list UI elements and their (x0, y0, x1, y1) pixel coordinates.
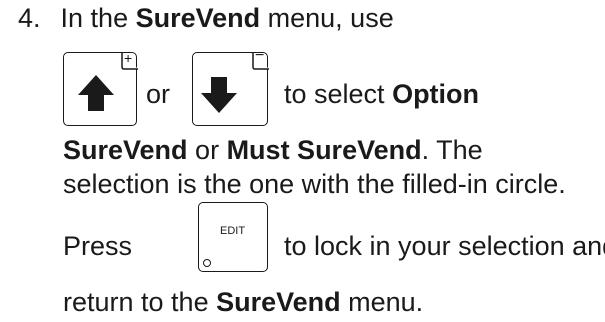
step-line-5: to lock in your selection and (284, 230, 605, 262)
menu-name: SureVend (135, 3, 261, 33)
step-text: . The (421, 135, 483, 165)
step-text: selection is the one with the filled-in … (63, 169, 566, 199)
down-arrow-key[interactable]: − (192, 47, 269, 126)
step-line-4: selection is the one with the filled-in … (63, 168, 566, 200)
up-arrow-key[interactable]: + (63, 50, 138, 126)
option-surevend: SureVend (63, 135, 188, 165)
step-line-1: 4. In the SureVend menu, use (18, 2, 394, 34)
step-line-2: to select Option (284, 78, 479, 110)
circle-indicator-icon (203, 259, 211, 267)
step-text: menu, use (260, 3, 394, 33)
option-must-surevend: Must SureVend (226, 135, 422, 165)
step-line-6: return to the SureVend menu. (63, 286, 423, 318)
step-text: to lock in your selection and (284, 231, 605, 261)
step-text: or (187, 135, 227, 165)
option-label: Option (392, 79, 480, 109)
menu-name: SureVend (216, 287, 341, 317)
edit-key[interactable]: EDIT (198, 202, 268, 272)
step-number: 4. (18, 3, 41, 33)
or-text: or (146, 79, 171, 109)
step-line-3: SureVend or Must SureVend. The (63, 134, 483, 166)
down-arrow-icon (201, 77, 237, 113)
step-text: to select (284, 79, 393, 109)
step-text: menu. (340, 287, 424, 317)
step-text: return to the (63, 287, 217, 317)
minus-badge: − (255, 47, 265, 64)
up-arrow-icon (78, 75, 114, 111)
press-text: Press (63, 231, 133, 261)
step-text: In the (60, 3, 136, 33)
edit-key-label: EDIT (220, 225, 246, 237)
plus-badge: + (124, 50, 133, 66)
